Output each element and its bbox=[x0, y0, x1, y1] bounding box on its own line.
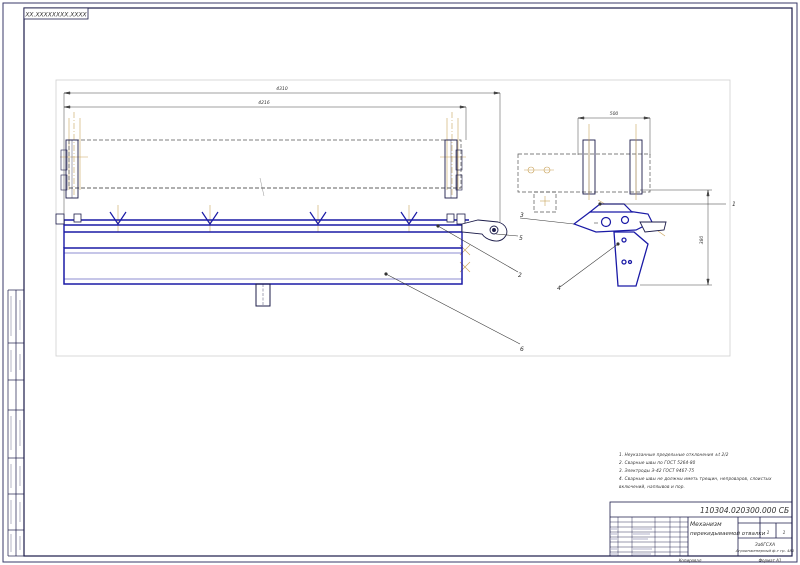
title-block-name-line1: Механизм bbox=[690, 521, 722, 528]
dimension-side-width-label: 500 bbox=[610, 111, 619, 117]
tech-note-3: 3. Электроды Э-42 ГОСТ 9467-75 bbox=[619, 468, 695, 473]
title-block-sheet: 1 bbox=[783, 530, 786, 536]
title-block-designation: 110304.020300.000 СБ bbox=[700, 506, 789, 515]
corner-code-box: ХХ.ХХХХХХХХ.ХХХХ bbox=[23, 7, 89, 20]
front-trough bbox=[63, 247, 463, 285]
side-bracket bbox=[613, 231, 649, 287]
title-block-handwriting bbox=[611, 528, 652, 555]
leader-lines bbox=[384, 202, 726, 345]
dimension-overall bbox=[63, 91, 501, 222]
front-main-beam bbox=[58, 219, 469, 248]
title-block-name-line2: перекидываемой отвалки bbox=[690, 531, 766, 537]
callout-1: 1 bbox=[732, 201, 736, 208]
tech-note-2: 2. Сварные швы по ГОСТ 5264-80 bbox=[619, 460, 696, 465]
left-margin-scribbles bbox=[10, 296, 21, 552]
tech-note-5: включений, наплывов и пор. bbox=[619, 484, 685, 489]
dimension-side-height-label: 380 bbox=[699, 236, 705, 245]
dimension-inner bbox=[63, 105, 467, 140]
title-block-sheets: 1 bbox=[767, 530, 770, 536]
front-hook bbox=[461, 219, 508, 242]
callout-3: 3 bbox=[520, 212, 524, 219]
tech-note-1: 1. Неуказанные предельные отклонения ±t … bbox=[619, 452, 729, 457]
side-posts bbox=[582, 139, 643, 195]
front-teeth bbox=[109, 211, 418, 226]
title-block-copied: Копировал bbox=[679, 558, 702, 563]
dimension-overall-label: 4310 bbox=[276, 86, 288, 92]
left-margin-strip bbox=[7, 289, 24, 557]
front-right-post bbox=[444, 139, 463, 199]
front-left-post bbox=[60, 139, 79, 199]
callout-4: 4 bbox=[557, 285, 561, 292]
title-block-format: Формат А1 bbox=[759, 558, 782, 563]
corner-code-text: ХХ.ХХХХХХХХ.ХХХХ bbox=[24, 12, 87, 19]
callout-6: 6 bbox=[520, 346, 524, 353]
front-spout bbox=[255, 283, 271, 307]
front-top-rail-hidden bbox=[68, 139, 462, 189]
side-hidden-holes bbox=[524, 166, 554, 206]
dimension-inner-label: 4216 bbox=[258, 100, 270, 106]
drawing-frame bbox=[23, 7, 793, 557]
side-mechanism bbox=[572, 203, 667, 233]
front-center-mark bbox=[259, 177, 265, 197]
callout-2: 2 bbox=[518, 272, 522, 279]
callout-5: 5 bbox=[519, 235, 523, 242]
title-block-group-2: Агроинженерный ф-т гр. 481 bbox=[735, 548, 795, 553]
tech-note-4: 4. Сварные швы не должны иметь трещин, н… bbox=[619, 476, 772, 481]
title-block-grid bbox=[610, 517, 688, 556]
